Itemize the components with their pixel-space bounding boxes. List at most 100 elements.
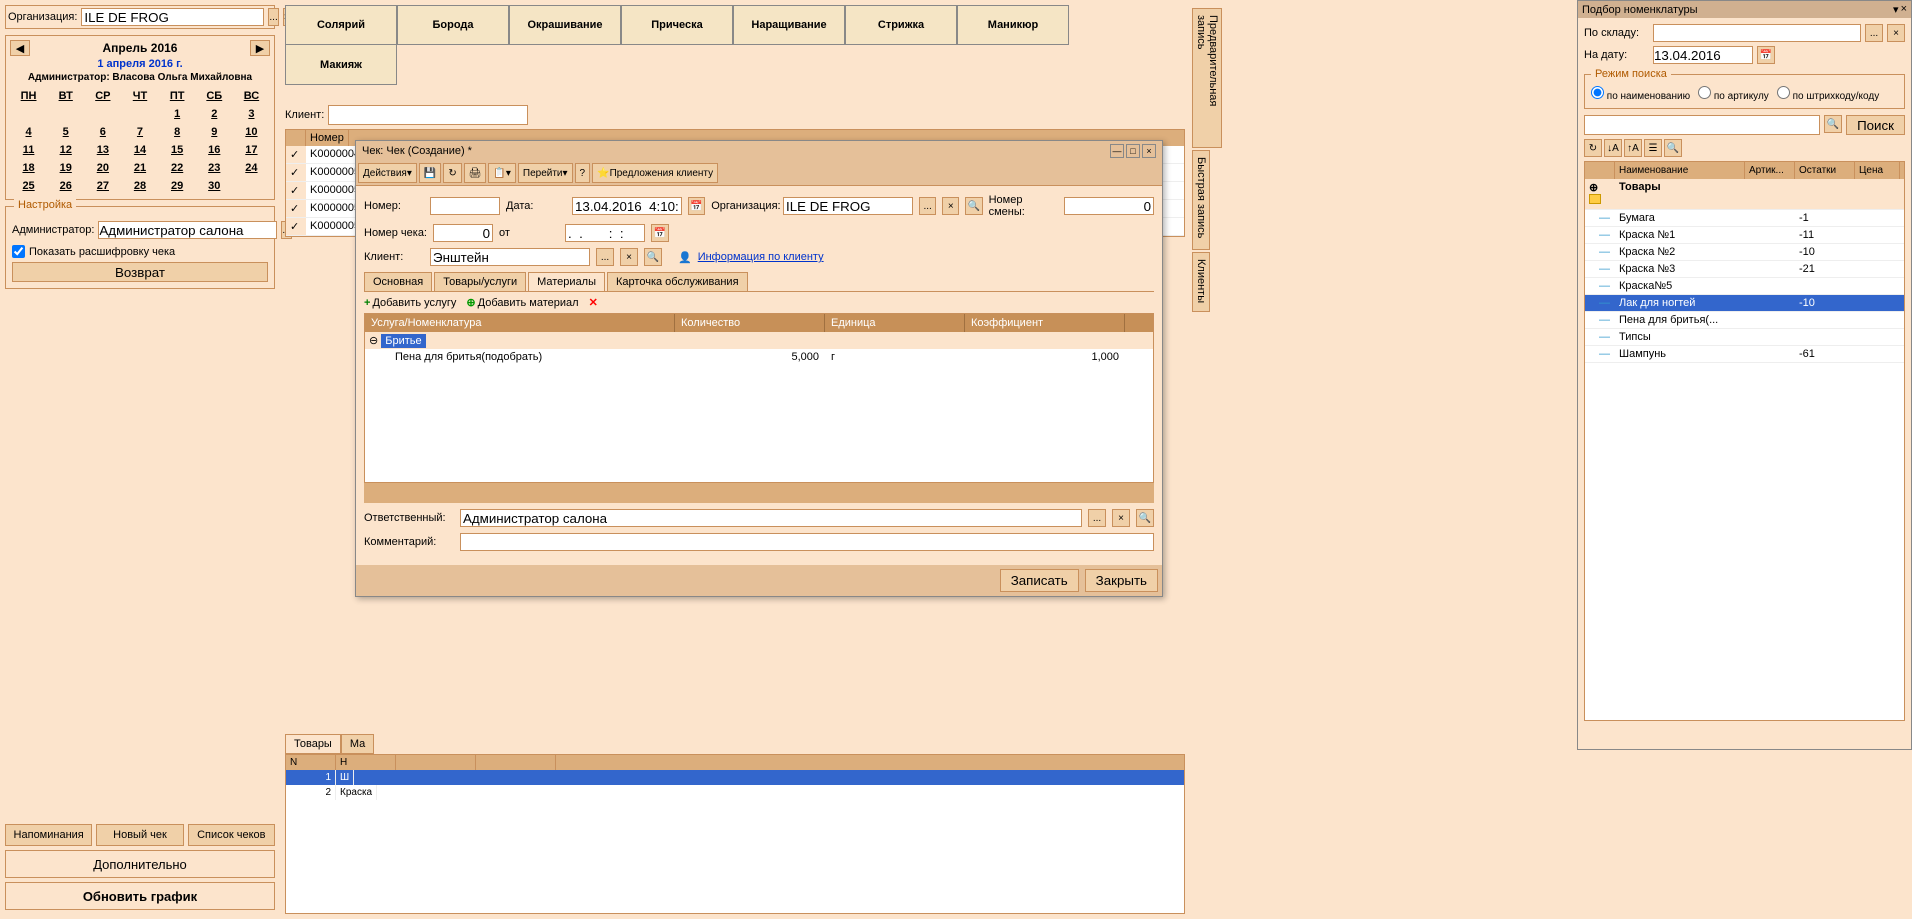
- client-clear-icon[interactable]: ×: [620, 248, 638, 266]
- from-date-icon[interactable]: 📅: [651, 224, 669, 242]
- client-select-icon[interactable]: ...: [596, 248, 614, 266]
- tree-item[interactable]: —Краска№5: [1585, 278, 1904, 295]
- calendar-day[interactable]: 13: [84, 141, 121, 159]
- category-tab[interactable]: Стрижка: [845, 5, 957, 45]
- date-input[interactable]: [572, 197, 682, 215]
- calendar-day[interactable]: 28: [121, 177, 158, 195]
- category-tab[interactable]: Окрашивание: [509, 5, 621, 45]
- modal-org-input[interactable]: [783, 197, 913, 215]
- client-info-link[interactable]: Информация по клиенту: [698, 251, 824, 263]
- next-month-icon[interactable]: ▶: [250, 40, 270, 56]
- inner-tab[interactable]: Материалы: [528, 272, 605, 291]
- inner-tab[interactable]: Основная: [364, 272, 432, 291]
- tree-item[interactable]: —Типсы: [1585, 329, 1904, 346]
- check-list-button[interactable]: Список чеков: [188, 824, 275, 846]
- search-mode-radio[interactable]: по артикулу: [1698, 86, 1769, 102]
- on-date-picker-icon[interactable]: 📅: [1757, 46, 1775, 64]
- calendar-day[interactable]: 2: [196, 105, 233, 123]
- show-details-checkbox[interactable]: [12, 245, 25, 258]
- calendar-day[interactable]: 24: [233, 159, 270, 177]
- sub-row[interactable]: 1 Ш: [286, 770, 1184, 785]
- reminders-button[interactable]: Напоминания: [5, 824, 92, 846]
- org-select-icon[interactable]: ...: [268, 8, 278, 26]
- calendar-day[interactable]: 25: [10, 177, 47, 195]
- tree-refresh-icon[interactable]: ↻: [1584, 139, 1602, 157]
- search-icon[interactable]: 🔍: [1824, 115, 1842, 133]
- subtab-goods[interactable]: Товары: [285, 734, 341, 754]
- tree-item[interactable]: —Пена для бритья(...: [1585, 312, 1904, 329]
- actions-menu[interactable]: Действия ▾: [358, 163, 417, 183]
- stock-clear-icon[interactable]: ×: [1887, 24, 1905, 42]
- resp-clear-icon[interactable]: ×: [1112, 509, 1130, 527]
- save-icon[interactable]: 💾: [419, 163, 441, 183]
- calendar-day[interactable]: 12: [47, 141, 84, 159]
- calendar-day[interactable]: 17: [233, 141, 270, 159]
- calendar-day[interactable]: 19: [47, 159, 84, 177]
- calendar-day[interactable]: 4: [10, 123, 47, 141]
- material-row[interactable]: Пена для бритья(подобрать) 5,000 г 1,000: [365, 349, 1153, 365]
- org-lookup-icon[interactable]: 🔍: [965, 197, 982, 215]
- category-tab[interactable]: Наращивание: [733, 5, 845, 45]
- tree-item[interactable]: —Краска №1-11: [1585, 227, 1904, 244]
- calendar-day[interactable]: 22: [159, 159, 196, 177]
- maximize-icon[interactable]: □: [1126, 144, 1140, 158]
- calendar-day[interactable]: 15: [159, 141, 196, 159]
- num-input[interactable]: [430, 197, 500, 215]
- calendar-day[interactable]: 18: [10, 159, 47, 177]
- tree-mode-icon[interactable]: ☰: [1644, 139, 1662, 157]
- category-tab[interactable]: Солярий: [285, 5, 397, 45]
- inner-tab[interactable]: Товары/услуги: [434, 272, 526, 291]
- refresh-button[interactable]: Обновить график: [5, 882, 275, 910]
- tree-item[interactable]: —Шампунь-61: [1585, 346, 1904, 363]
- calendar-day[interactable]: 27: [84, 177, 121, 195]
- close-icon[interactable]: ×: [1142, 144, 1156, 158]
- side-tab-prerecord[interactable]: Предварительная запись: [1192, 8, 1222, 148]
- category-tab[interactable]: Прическа: [621, 5, 733, 45]
- stock-select-icon[interactable]: ...: [1865, 24, 1883, 42]
- category-tab[interactable]: Борода: [397, 5, 509, 45]
- tree-item[interactable]: —Бумага-1: [1585, 210, 1904, 227]
- calendar-day[interactable]: 7: [121, 123, 158, 141]
- client-input[interactable]: [328, 105, 528, 125]
- client-input[interactable]: [430, 248, 590, 266]
- search-button[interactable]: Поиск: [1846, 115, 1905, 135]
- tree-item[interactable]: —Краска №2-10: [1585, 244, 1904, 261]
- new-check-button[interactable]: Новый чек: [96, 824, 183, 846]
- sub-row[interactable]: 2 Краска: [286, 785, 1184, 800]
- group-row[interactable]: ⊖ Бритье: [365, 332, 1153, 349]
- print-icon[interactable]: 🖨: [464, 163, 487, 183]
- search-input[interactable]: [1584, 115, 1820, 135]
- comment-input[interactable]: [460, 533, 1154, 551]
- side-tab-clients[interactable]: Клиенты: [1192, 252, 1210, 312]
- org-input[interactable]: [81, 8, 264, 26]
- calendar-day[interactable]: 26: [47, 177, 84, 195]
- add-service-button[interactable]: +Добавить услугу: [364, 297, 456, 309]
- calendar-day[interactable]: 11: [10, 141, 47, 159]
- stock-input[interactable]: [1653, 24, 1861, 42]
- calendar-day[interactable]: 21: [121, 159, 158, 177]
- category-tab[interactable]: Маникюр: [957, 5, 1069, 45]
- delete-button[interactable]: ✕: [589, 296, 598, 309]
- prev-month-icon[interactable]: ◀: [10, 40, 30, 56]
- close-button[interactable]: Закрыть: [1085, 569, 1158, 592]
- rp-close-icon[interactable]: ×: [1901, 3, 1907, 16]
- calendar-day[interactable]: 29: [159, 177, 196, 195]
- date-picker-icon[interactable]: 📅: [688, 197, 705, 215]
- from-input[interactable]: [565, 224, 645, 242]
- tree-item[interactable]: —Лак для ногтей-10: [1585, 295, 1904, 312]
- side-tab-quickrecord[interactable]: Быстрая запись: [1192, 150, 1210, 250]
- calendar-day[interactable]: 14: [121, 141, 158, 159]
- checknum-input[interactable]: [433, 224, 493, 242]
- calendar-day[interactable]: 23: [196, 159, 233, 177]
- calendar-day[interactable]: 8: [159, 123, 196, 141]
- on-date-input[interactable]: [1653, 46, 1753, 64]
- return-button[interactable]: Возврат: [12, 262, 268, 282]
- calendar-day[interactable]: 10: [233, 123, 270, 141]
- calendar-day[interactable]: 30: [196, 177, 233, 195]
- inner-tab[interactable]: Карточка обслуживания: [607, 272, 748, 291]
- subtab-materials[interactable]: Ма: [341, 734, 374, 754]
- add-material-button[interactable]: ⊕Добавить материал: [466, 296, 578, 309]
- go-menu[interactable]: Перейти ▾: [518, 163, 573, 183]
- copy-icon[interactable]: 📋▾: [488, 163, 515, 183]
- tree-search-icon[interactable]: 🔍: [1664, 139, 1682, 157]
